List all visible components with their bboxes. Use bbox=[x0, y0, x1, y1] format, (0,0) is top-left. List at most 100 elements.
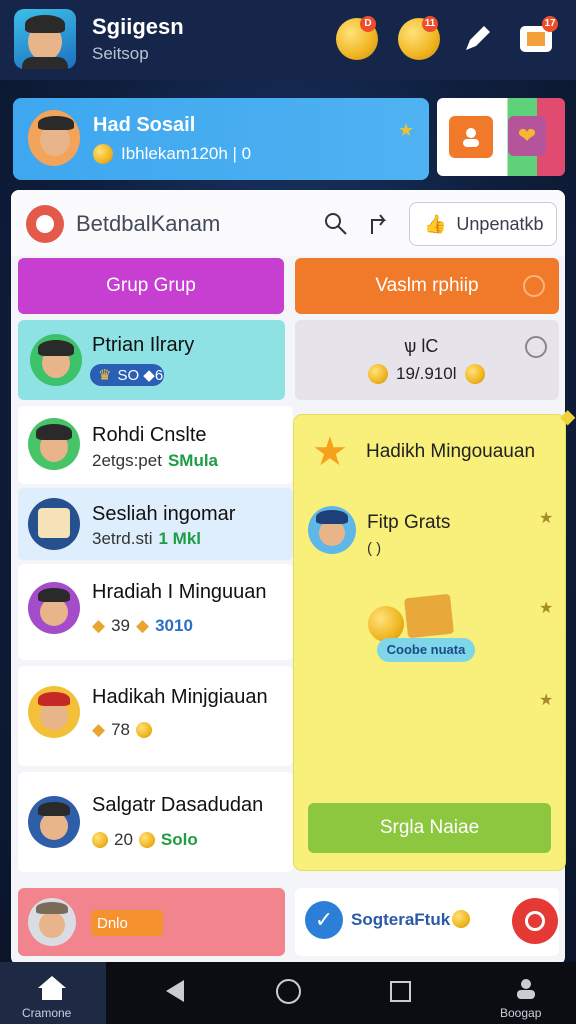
bottom-pill-label: Dnlo bbox=[97, 914, 128, 932]
app-title: Sgiigesn bbox=[92, 14, 184, 39]
crown-icon: ♛ bbox=[98, 367, 112, 384]
coin-icon bbox=[92, 832, 108, 848]
avatar bbox=[28, 898, 76, 946]
coin-icon[interactable]: D bbox=[336, 16, 378, 60]
thumbs-up-icon: 👍 bbox=[424, 213, 447, 234]
coin-icon bbox=[452, 910, 470, 928]
action-button[interactable]: 👍 Unpenatkb bbox=[409, 202, 557, 246]
back-icon[interactable] bbox=[166, 980, 184, 1002]
claim-button[interactable]: Srgla Naiae bbox=[308, 803, 551, 853]
avatar bbox=[28, 686, 80, 738]
tab-membership[interactable]: Vaslm rphiip bbox=[295, 258, 559, 314]
app-subtitle: Seitsop bbox=[92, 44, 149, 63]
list-item-meta-b: 1 Mkl bbox=[158, 529, 202, 548]
nav-home-label: Cramone bbox=[22, 1006, 72, 1020]
list-item-meta-b: Solo bbox=[160, 830, 198, 849]
list-item-title: Sesliah ingomar bbox=[92, 503, 236, 525]
star-icon: ★ bbox=[312, 430, 348, 474]
star-icon: ★ bbox=[398, 120, 415, 140]
settings-icon-center bbox=[36, 215, 54, 233]
notification-badge: 11 bbox=[422, 16, 438, 32]
info-icon[interactable] bbox=[525, 336, 547, 358]
user-avatar[interactable] bbox=[14, 9, 76, 69]
list-item-meta-a: 78 bbox=[111, 720, 130, 739]
coin-icon bbox=[368, 364, 388, 384]
nav-home[interactable]: Cramone bbox=[0, 962, 106, 1024]
bottom-right-text: SogteraFtuk bbox=[351, 910, 451, 929]
list-item-title: Rohdi Cnslte bbox=[92, 424, 207, 446]
notification-badge: D bbox=[360, 16, 376, 32]
list-item-meta: ◆ 78 bbox=[92, 720, 152, 740]
chest-icon bbox=[404, 593, 454, 639]
coin-icon[interactable]: 11 bbox=[398, 16, 440, 60]
reward-value-text: 19/.910l bbox=[396, 364, 457, 383]
list-item-meta-a: 3etrd.sti bbox=[92, 529, 153, 548]
user-icon[interactable] bbox=[449, 116, 493, 158]
bottom-pill[interactable]: Dnlo bbox=[91, 910, 163, 936]
list-item-meta-a: 20 bbox=[114, 830, 133, 849]
reward-card[interactable] bbox=[295, 320, 559, 400]
profile-coins: Ibhlekam120h | 0 bbox=[93, 144, 251, 164]
list-item-title: Hadikah Minjgiauan bbox=[92, 686, 268, 708]
list-item-title: Hradiah I Minguuan bbox=[92, 581, 267, 603]
diamond-icon: ◆ bbox=[92, 616, 106, 635]
popup-item-sub: ( ) bbox=[367, 540, 382, 557]
panel-title: BetdbalKanam bbox=[76, 211, 221, 236]
avatar bbox=[30, 334, 82, 386]
diamond-icon: ◆ bbox=[92, 720, 106, 739]
avatar bbox=[28, 796, 80, 848]
list-item-meta: 20 Solo bbox=[92, 830, 198, 850]
level-badge-text: SO ◆6 bbox=[117, 367, 164, 384]
popup-item-title: Fitp Grats bbox=[367, 512, 451, 533]
heart-icon[interactable]: ❤ bbox=[508, 116, 546, 156]
list-item-meta-b: SMula bbox=[167, 451, 219, 470]
home-circle-icon[interactable] bbox=[276, 979, 301, 1004]
recents-icon[interactable] bbox=[390, 981, 411, 1002]
popup-arrow-icon: ◆ bbox=[560, 406, 576, 428]
search-icon[interactable] bbox=[322, 210, 350, 243]
level-badge: ♛ SO ◆6 bbox=[90, 364, 164, 386]
list-item-meta: ◆ 39 ◆ 3010 bbox=[92, 616, 193, 636]
notification-badge: 17 bbox=[542, 16, 558, 32]
action-button-label: Unpenatkb bbox=[456, 213, 544, 234]
avatar bbox=[28, 498, 80, 550]
home-icon bbox=[38, 976, 66, 1000]
list-item-meta: 2etgs:pet SMula bbox=[92, 451, 218, 471]
coin-icon bbox=[138, 832, 155, 848]
star-icon: ★ bbox=[539, 510, 554, 527]
reward-value: 19/.910l bbox=[368, 364, 485, 384]
list-item-meta-a: 2etgs:pet bbox=[92, 451, 162, 470]
list-item-title: Ptrian Ilrary bbox=[92, 334, 195, 356]
popup-title: Hadikh Mingouauan bbox=[366, 441, 536, 462]
diamond-icon: ◆ bbox=[136, 616, 150, 635]
coin-icon bbox=[368, 606, 404, 642]
reward-label: ѱ lC bbox=[404, 336, 439, 356]
chest-label: Coobe nuata bbox=[377, 638, 475, 662]
list-item-meta: 3etrd.sti 1 Mkl bbox=[92, 529, 201, 549]
person-icon bbox=[517, 979, 535, 999]
coin-icon bbox=[136, 722, 152, 738]
profile-avatar bbox=[28, 110, 80, 166]
star-icon: ★ bbox=[539, 692, 554, 709]
nav-profile[interactable]: Boogap bbox=[496, 972, 556, 1022]
profile-name: Had Sosail bbox=[93, 114, 196, 136]
share-icon[interactable] bbox=[366, 210, 392, 243]
avatar bbox=[308, 506, 356, 554]
target-button-icon[interactable] bbox=[512, 898, 558, 944]
avatar bbox=[28, 582, 80, 634]
check-icon: ✓ bbox=[305, 901, 343, 939]
edit-icon[interactable] bbox=[460, 20, 496, 56]
tab-group[interactable]: Grup Grup bbox=[18, 258, 284, 314]
list-item-title: Salgatr Dasadudan bbox=[92, 794, 264, 816]
list-item-meta-b: 3010 bbox=[155, 616, 193, 635]
coin-icon bbox=[93, 144, 113, 164]
info-icon bbox=[523, 275, 545, 297]
avatar bbox=[28, 418, 80, 470]
box-icon[interactable]: 17 bbox=[518, 16, 558, 56]
list-item-meta-a: 39 bbox=[111, 616, 130, 635]
coin-icon bbox=[464, 364, 485, 384]
profile-coins-text: Ibhlekam120h | 0 bbox=[121, 144, 252, 163]
nav-profile-label: Boogap bbox=[500, 1006, 542, 1020]
tab-membership-label: Vaslm rphiip bbox=[375, 275, 479, 296]
star-icon: ★ bbox=[539, 600, 554, 617]
